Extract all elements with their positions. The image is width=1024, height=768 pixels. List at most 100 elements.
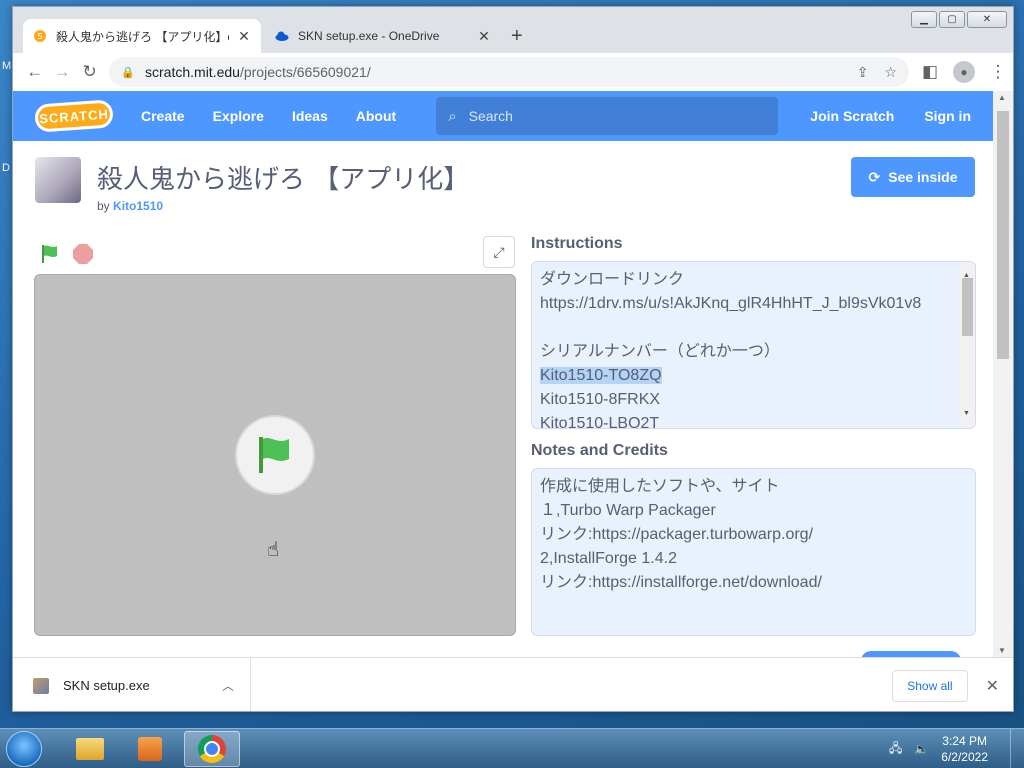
back-arrow-icon[interactable]: ← bbox=[21, 57, 48, 87]
tab-close-icon[interactable]: ✕ bbox=[477, 28, 491, 45]
scroll-up-arrow-icon[interactable]: ▲ bbox=[998, 93, 1006, 102]
tab-onedrive[interactable]: SKN setup.exe - OneDrive ✕ bbox=[265, 19, 501, 53]
start-green-flag-button[interactable] bbox=[235, 415, 315, 495]
scroll-down-arrow-icon[interactable]: ▼ bbox=[963, 402, 970, 426]
nav-link-about[interactable]: About bbox=[356, 108, 396, 124]
volume-icon[interactable]: 🔈 bbox=[914, 742, 929, 756]
download-item[interactable]: SKN setup.exe ︿ bbox=[13, 657, 251, 711]
notes-heading: Notes and Credits bbox=[531, 442, 668, 459]
clock[interactable]: 3:24 PM 6/2/2022 bbox=[941, 733, 988, 765]
taskbar-media-player[interactable] bbox=[122, 731, 178, 767]
instructions-line bbox=[540, 316, 967, 340]
lock-icon: 🔒 bbox=[121, 66, 136, 79]
instructions-line: Kito1510-LBQ2T bbox=[540, 415, 660, 429]
network-icon[interactable]: 🖧 bbox=[889, 739, 902, 760]
taskbar: 🖧 🔈 3:24 PM 6/2/2022 bbox=[0, 728, 1024, 768]
hand-cursor-icon: ☝ bbox=[267, 539, 280, 561]
project-stage[interactable]: ☝ bbox=[34, 274, 516, 636]
notes-line: 作成に使用したソフトや、サイト bbox=[540, 478, 780, 495]
project-byline: by Kito1510 bbox=[97, 199, 163, 213]
author-avatar[interactable] bbox=[35, 157, 81, 203]
installer-file-icon bbox=[33, 677, 49, 694]
nav-link-create[interactable]: Create bbox=[141, 108, 185, 124]
instructions-heading: Instructions bbox=[531, 235, 623, 252]
notes-line: リンク:https://installforge.net/download/ bbox=[540, 574, 822, 591]
notes-line: １,Turbo Warp Packager bbox=[540, 502, 716, 519]
page-scrollbar[interactable]: ▲ ▼ bbox=[993, 91, 1013, 657]
stop-sign-icon[interactable] bbox=[73, 244, 93, 264]
taskbar-chrome[interactable] bbox=[184, 731, 240, 767]
search-icon: ⌕ bbox=[448, 107, 457, 125]
bookmark-star-icon[interactable]: ☆ bbox=[884, 64, 897, 81]
new-tab-button[interactable]: + bbox=[511, 25, 523, 48]
join-scratch-link[interactable]: Join Scratch bbox=[810, 108, 894, 124]
search-placeholder: Search bbox=[468, 108, 513, 124]
search-input[interactable]: ⌕ Search bbox=[436, 97, 779, 135]
project-title: 殺人鬼から逃げろ 【アプリ化】 bbox=[97, 165, 470, 195]
address-bar[interactable]: 🔒 scratch.mit.edu/projects/665609021/ ⇪ … bbox=[109, 57, 909, 87]
author-link[interactable]: Kito1510 bbox=[113, 199, 163, 213]
browser-toolbar: ← → ↻ 🔒 scratch.mit.edu/projects/6656090… bbox=[13, 53, 1013, 91]
nav-link-explore[interactable]: Explore bbox=[213, 108, 264, 124]
media-player-icon bbox=[138, 737, 162, 761]
green-flag-icon bbox=[259, 437, 289, 473]
scratch-favicon-icon: S bbox=[34, 30, 46, 42]
instructions-text[interactable]: ダウンロードリンク https://1drv.ms/u/s!AkJKnq_glR… bbox=[531, 261, 976, 429]
scratch-navbar: SCRATCH Create Explore Ideas About ⌕ Sea… bbox=[13, 91, 995, 141]
tab-close-icon[interactable]: ✕ bbox=[237, 28, 251, 45]
page-scrollbar-thumb[interactable] bbox=[997, 111, 1009, 359]
tab-strip: S 殺人鬼から逃げろ 【アプリ化】on Scratch ✕ SKN setup.… bbox=[13, 19, 1013, 53]
share-icon[interactable]: ⇪ bbox=[857, 64, 869, 81]
instructions-line: https://1drv.ms/u/s!AkJKnq_glR4HhHT_J_bl… bbox=[540, 295, 922, 312]
green-flag-icon[interactable] bbox=[39, 243, 61, 265]
by-label: by bbox=[97, 199, 110, 213]
instructions-line: Kito1510-8FRKX bbox=[540, 391, 661, 408]
desktop-icon-label: D bbox=[2, 162, 10, 174]
tab-title: SKN setup.exe - OneDrive bbox=[298, 29, 440, 43]
notes-text[interactable]: 作成に使用したソフトや、サイト １,Turbo Warp Packager リン… bbox=[531, 468, 976, 636]
remix-arrows-icon: ⟳ bbox=[868, 168, 881, 185]
start-orb-icon[interactable] bbox=[6, 731, 42, 767]
close-icon[interactable]: ✕ bbox=[986, 676, 999, 696]
menu-kebab-icon[interactable]: ⋮ bbox=[983, 57, 1013, 87]
clock-date: 6/2/2022 bbox=[941, 750, 988, 764]
nav-link-ideas[interactable]: Ideas bbox=[292, 108, 328, 124]
download-filename: SKN setup.exe bbox=[63, 678, 150, 693]
notes-line: 2,InstallForge 1.4.2 bbox=[540, 550, 677, 567]
show-desktop-button[interactable] bbox=[1010, 729, 1024, 768]
fullscreen-icon[interactable]: ⤢ bbox=[483, 236, 515, 268]
page-viewport: SCRATCH Create Explore Ideas About ⌕ Sea… bbox=[13, 91, 995, 657]
url-path: /projects/665609021/ bbox=[239, 64, 371, 80]
taskbar-explorer[interactable] bbox=[62, 731, 118, 767]
desktop-icon-label: M bbox=[2, 60, 12, 72]
download-shelf: SKN setup.exe ︿ Show all ✕ bbox=[13, 657, 1013, 711]
chrome-icon bbox=[198, 735, 226, 763]
tab-scratch-project[interactable]: S 殺人鬼から逃げろ 【アプリ化】on Scratch ✕ bbox=[23, 19, 261, 53]
chevron-up-icon[interactable]: ︿ bbox=[222, 677, 234, 694]
stage-controls bbox=[39, 243, 93, 265]
onedrive-favicon-icon bbox=[275, 31, 289, 41]
sign-in-link[interactable]: Sign in bbox=[924, 108, 971, 124]
scroll-down-arrow-icon[interactable]: ▼ bbox=[998, 646, 1006, 655]
tab-title: 殺人鬼から逃げろ 【アプリ化】on Scratch bbox=[56, 29, 229, 44]
scratch-logo[interactable]: SCRATCH bbox=[34, 99, 114, 133]
see-inside-button[interactable]: ⟳ See inside bbox=[851, 157, 975, 197]
show-all-button[interactable]: Show all bbox=[892, 669, 968, 702]
profile-avatar-icon[interactable]: ● bbox=[952, 61, 975, 83]
url-host: scratch.mit.edu bbox=[145, 64, 240, 80]
instructions-line: ダウンロードリンク bbox=[540, 271, 685, 288]
forward-arrow-icon[interactable]: → bbox=[48, 57, 75, 87]
notes-line: リンク:https://packager.turbowarp.org/ bbox=[540, 526, 814, 543]
instructions-scrollbar[interactable]: ▲ ▼ bbox=[959, 262, 975, 428]
reload-icon[interactable]: ↻ bbox=[76, 57, 103, 87]
svg-text:S: S bbox=[37, 32, 42, 41]
browser-window: ▁ ▢ ✕ S 殺人鬼から逃げろ 【アプリ化】on Scratch ✕ SKN … bbox=[12, 6, 1014, 712]
system-tray: 🖧 🔈 3:24 PM 6/2/2022 bbox=[889, 733, 988, 765]
scrollbar-thumb[interactable] bbox=[962, 278, 973, 336]
instructions-line: シリアルナンバー（どれか一つ） bbox=[540, 343, 780, 360]
folder-icon bbox=[76, 738, 104, 760]
side-panel-icon[interactable]: ◧ bbox=[915, 57, 945, 87]
instructions-line-selected: Kito1510-TO8ZQ bbox=[540, 367, 662, 384]
see-inside-label: See inside bbox=[888, 169, 958, 185]
clock-time: 3:24 PM bbox=[942, 734, 987, 748]
